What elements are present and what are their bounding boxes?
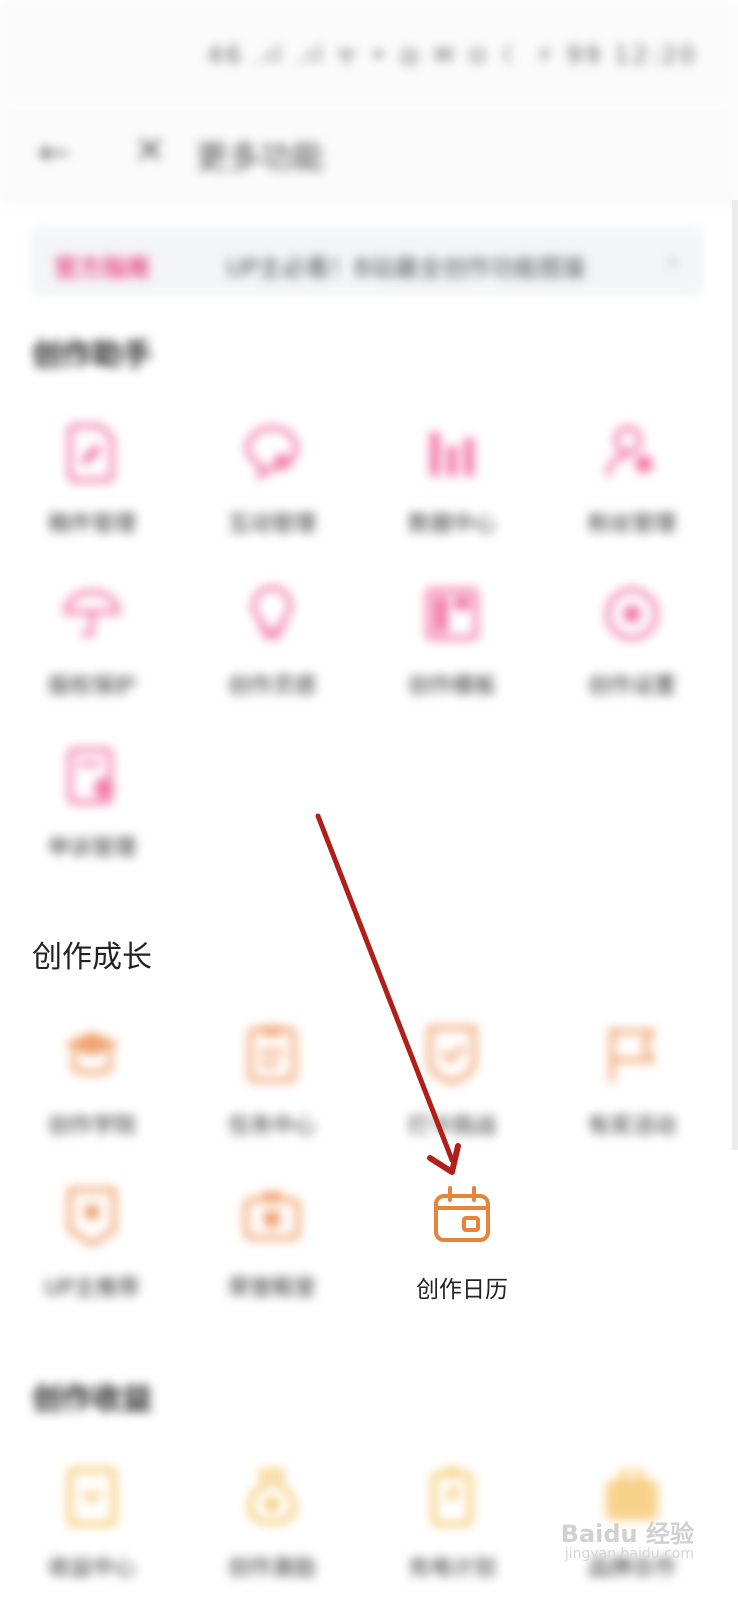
annotation-arrow (315, 813, 461, 1175)
watermark: Baidu 经验 jingyan.baidu.com (561, 1522, 694, 1564)
watermark-sub: jingyan.baidu.com (564, 1546, 694, 1562)
